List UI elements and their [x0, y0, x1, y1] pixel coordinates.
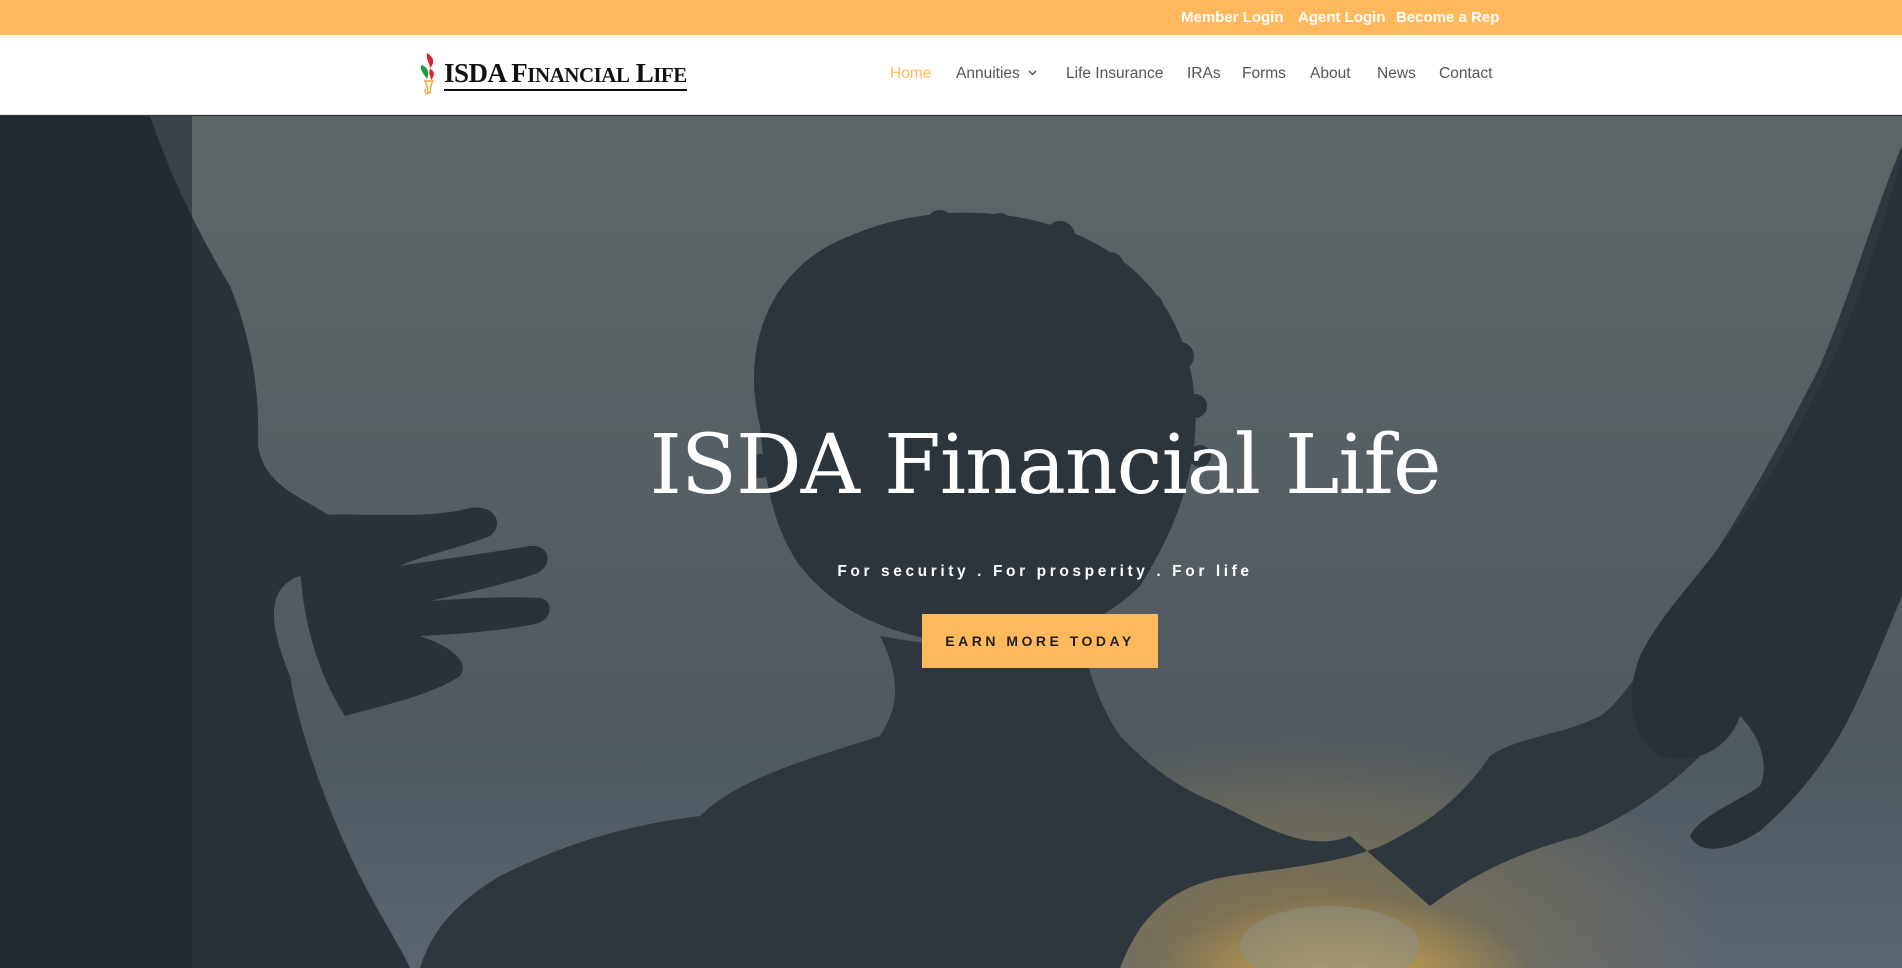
nav-iras[interactable]: IRAs — [1187, 65, 1221, 83]
hero-subtitle: For security . For prosperity . For life — [837, 563, 1253, 580]
main-header: ISDA FINANCIAL LIFE Home Annuities Life … — [0, 35, 1902, 115]
torch-logo-icon — [420, 53, 435, 95]
nav-annuities[interactable]: Annuities — [956, 65, 1037, 83]
nav-forms[interactable]: Forms — [1242, 65, 1286, 83]
nav-news[interactable]: News — [1377, 65, 1416, 83]
hero-content: ISDA Financial Life For security . For p… — [0, 116, 1902, 968]
nav-life-insurance[interactable]: Life Insurance — [1066, 65, 1163, 83]
nav-home[interactable]: Home — [890, 65, 931, 83]
nav-about[interactable]: About — [1310, 65, 1351, 83]
site-logo[interactable]: ISDA FINANCIAL LIFE — [418, 51, 687, 97]
nav-contact[interactable]: Contact — [1439, 65, 1492, 83]
logo-wordmark: ISDA FINANCIAL LIFE — [444, 59, 687, 91]
member-login-link[interactable]: Member Login — [1181, 9, 1284, 26]
hero-title: ISDA Financial Life — [649, 418, 1441, 513]
top-bar: Member Login Agent Login Become a Rep — [0, 0, 1902, 35]
hero-section: ISDA Financial Life For security . For p… — [0, 116, 1902, 968]
become-a-rep-link[interactable]: Become a Rep — [1396, 9, 1499, 26]
earn-more-today-button[interactable]: EARN MORE TODAY — [922, 614, 1158, 668]
agent-login-link[interactable]: Agent Login — [1298, 9, 1385, 26]
chevron-down-icon — [1028, 70, 1037, 76]
